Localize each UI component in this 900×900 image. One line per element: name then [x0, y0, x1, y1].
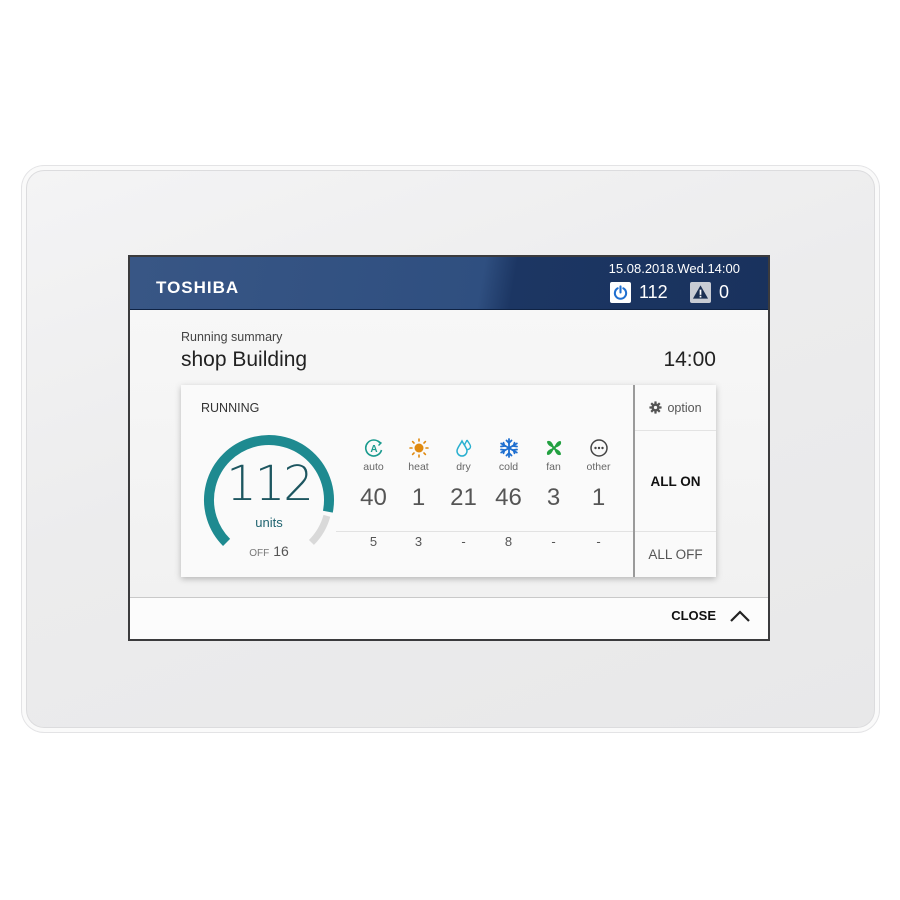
fan-icon — [531, 437, 576, 459]
mode-name: cold — [498, 461, 519, 473]
mode-name: heat — [408, 461, 429, 473]
mode-name: fan — [546, 461, 561, 473]
content-area: Running summary shop Building 14:00 RUNN… — [130, 310, 768, 597]
chevron-up-icon — [730, 609, 750, 622]
snowflake-icon — [486, 437, 531, 459]
off-label: OFF — [249, 548, 270, 559]
mode-off-count: 5 — [369, 534, 378, 549]
footer-bar: CLOSE — [130, 597, 768, 639]
mode-name: other — [586, 461, 611, 473]
warning-icon — [690, 281, 711, 303]
mode-name: auto — [363, 461, 384, 473]
mode-running-count: 1 — [591, 484, 606, 511]
page-subtitle: Running summary — [181, 330, 283, 344]
all-off-button[interactable]: ALL OFF — [635, 532, 716, 577]
mode-off-count: - — [461, 534, 466, 549]
header-bar: TOSHIBA 15.08.2018.Wed.14:00 112 0 — [130, 257, 768, 310]
mode-column-dry[interactable]: dry 21 - — [441, 437, 486, 549]
touch-screen: TOSHIBA 15.08.2018.Wed.14:00 112 0 Runni… — [128, 255, 770, 641]
mode-off-count: 3 — [414, 534, 423, 549]
mode-running-count: 3 — [546, 484, 561, 511]
mode-column-other[interactable]: other 1 - — [576, 437, 621, 549]
auto-mode-icon: A — [351, 437, 396, 459]
mode-column-auto[interactable]: Aauto 40 5 — [351, 437, 396, 549]
power-icon — [610, 281, 631, 303]
close-button[interactable]: CLOSE — [671, 608, 750, 623]
gear-icon — [649, 401, 663, 414]
alarm-status[interactable]: 0 — [690, 281, 729, 303]
action-panel: option ALL ON ALL OFF — [635, 385, 716, 577]
page-title: shop Building — [181, 348, 308, 371]
power-count: 112 — [639, 281, 668, 302]
off-count: OFF 16 — [199, 543, 339, 561]
header-datetime: 15.08.2018.Wed.14:00 — [608, 261, 740, 276]
close-label: CLOSE — [671, 608, 716, 623]
status-label: RUNNING — [201, 401, 260, 415]
mode-column-fan[interactable]: fan 3 - — [531, 437, 576, 549]
mode-off-count: 8 — [504, 534, 513, 549]
mode-name: dry — [456, 461, 471, 473]
sun-icon — [396, 437, 441, 459]
droplet-icon — [441, 437, 486, 459]
units-label: units — [255, 515, 283, 530]
running-gauge: 112 units OFF 16 — [199, 430, 339, 570]
off-value: 16 — [273, 543, 289, 559]
mode-column-heat[interactable]: heat 1 3 — [396, 437, 441, 549]
running-summary-card: RUNNING 112 units OFF 16 Aauto 40 5 heat 1 3 dr… — [181, 385, 716, 577]
mode-running-count: 46 — [495, 484, 522, 511]
brand-logo: TOSHIBA — [156, 278, 240, 297]
mode-running-count: 40 — [360, 484, 387, 511]
running-count: 112 — [226, 456, 314, 512]
option-label: option — [667, 400, 702, 415]
alarm-count: 0 — [719, 281, 730, 302]
row-divider — [336, 531, 633, 532]
mode-running-count: 21 — [450, 484, 477, 511]
mode-off-count: - — [551, 534, 556, 549]
clock: 14:00 — [663, 348, 716, 371]
power-status[interactable]: 112 — [610, 281, 668, 303]
mode-off-count: - — [596, 534, 601, 549]
mode-running-count: 1 — [411, 484, 426, 511]
option-button[interactable]: option — [635, 385, 716, 431]
mode-columns: Aauto 40 5 heat 1 3 dry 21 - cold 46 8 fan 3 - other 1 - — [351, 437, 621, 549]
svg-text:A: A — [370, 444, 377, 455]
more-icon — [576, 437, 621, 459]
all-on-button[interactable]: ALL ON — [635, 431, 716, 532]
mode-column-cold[interactable]: cold 46 8 — [486, 437, 531, 549]
